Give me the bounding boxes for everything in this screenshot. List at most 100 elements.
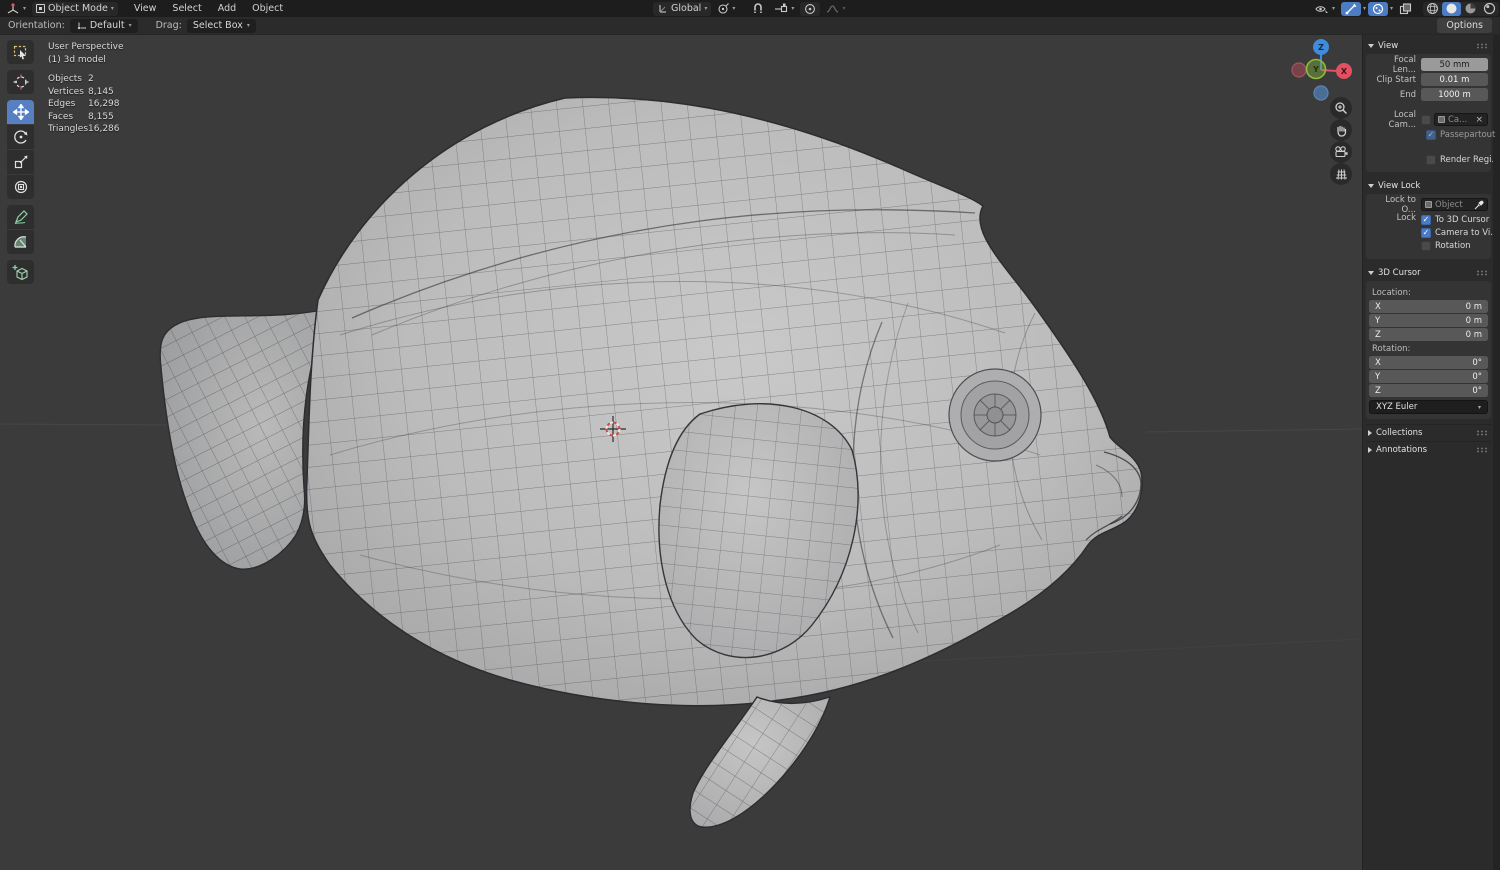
section-body-view-lock: Lock to O... Object Lock ✓ To 3D Cursor <box>1366 194 1491 259</box>
tool-measure[interactable] <box>7 230 34 254</box>
mode-label: Object Mode <box>48 3 108 14</box>
orientation-label: Orientation: <box>8 20 65 31</box>
proportional-editing-toggle[interactable] <box>800 2 820 16</box>
tool-cursor[interactable] <box>7 70 34 94</box>
pivot-point-icon <box>717 3 729 15</box>
section-title: View Lock <box>1378 181 1420 191</box>
rotation-mode-dropdown[interactable]: XYZ Euler ▾ <box>1369 400 1488 414</box>
gizmo-x-label: X <box>1341 67 1348 76</box>
menu-bar: View Select Add Object <box>126 1 291 17</box>
snap-target-dropdown[interactable]: ▾ <box>770 2 798 16</box>
mode-selector[interactable]: Object Mode ▾ <box>32 2 118 16</box>
eyedropper-icon[interactable] <box>1474 200 1484 210</box>
chevron-down-icon[interactable]: ▾ <box>1390 6 1393 12</box>
local-camera-object-field[interactable]: Ca... × <box>1434 113 1488 126</box>
pan-hand-button[interactable] <box>1330 119 1352 141</box>
object-mode-icon <box>36 4 45 13</box>
zoom-button[interactable] <box>1330 97 1352 119</box>
local-camera-checkbox[interactable] <box>1421 115 1431 125</box>
tail-fin <box>160 308 332 569</box>
chevron-down-icon: ▾ <box>732 6 735 12</box>
lock-to-object-field[interactable]: Object <box>1421 198 1488 211</box>
overlays-icon <box>1372 3 1384 15</box>
options-button[interactable]: Options <box>1437 18 1492 33</box>
section-header-view-lock[interactable]: View Lock <box>1366 177 1491 194</box>
clear-camera-icon[interactable]: × <box>1474 115 1484 125</box>
cursor-rotation-y-field[interactable]: Y0° <box>1369 370 1488 383</box>
perspective-label: User Perspective <box>48 41 124 54</box>
editor-type-selector[interactable]: ▾ <box>3 2 30 16</box>
shading-solid-button[interactable] <box>1442 2 1461 16</box>
orientation-icon <box>76 21 86 31</box>
gizmo-axis-x-neg[interactable] <box>1292 63 1306 77</box>
chevron-down-icon: ▾ <box>842 6 845 12</box>
chevron-down-icon[interactable]: ▾ <box>1363 6 1366 12</box>
gizmos-toggle[interactable] <box>1341 2 1361 16</box>
cursor-rotation-label: Rotation: <box>1372 344 1488 354</box>
pivot-point-dropdown[interactable]: ▾ <box>713 2 739 16</box>
shading-material-button[interactable] <box>1461 2 1480 16</box>
camera-to-view-checkbox[interactable]: ✓ <box>1421 228 1431 238</box>
menu-select[interactable]: Select <box>164 1 209 17</box>
navigation-gizmo[interactable]: Y Z X <box>1281 38 1361 108</box>
snap-toggle[interactable] <box>748 2 768 16</box>
orientation-default-dropdown[interactable]: Default ▾ <box>70 19 138 33</box>
clip-start-field[interactable]: 0.01 m <box>1421 73 1488 86</box>
shading-wireframe-button[interactable] <box>1423 2 1442 16</box>
section-title: View <box>1378 41 1398 51</box>
orthographic-toggle-button[interactable] <box>1330 163 1352 185</box>
render-region-checkbox[interactable] <box>1426 155 1436 165</box>
to-3d-cursor-checkbox[interactable]: ✓ <box>1421 215 1431 225</box>
menu-add[interactable]: Add <box>210 1 244 17</box>
cursor-location-x-field[interactable]: X0 m <box>1369 300 1488 313</box>
camera-view-button[interactable] <box>1330 141 1352 163</box>
proportional-falloff-dropdown[interactable]: ▾ <box>822 2 849 16</box>
cursor-rotation-x-field[interactable]: X0° <box>1369 356 1488 369</box>
tool-move[interactable] <box>7 100 34 124</box>
lock-rotation-checkbox[interactable] <box>1421 241 1431 251</box>
focal-length-label: Focal Len... <box>1369 55 1421 75</box>
object-visibility-dropdown[interactable]: ▾ <box>1311 2 1339 16</box>
tool-annotate[interactable] <box>7 205 34 229</box>
transform-orientation-dropdown[interactable]: Global ▾ <box>653 2 711 16</box>
tool-scale[interactable] <box>7 150 34 174</box>
xray-toggle[interactable] <box>1395 2 1416 16</box>
to-3d-cursor-label: To 3D Cursor <box>1435 215 1489 225</box>
drag-grip-icon[interactable] <box>1476 270 1489 276</box>
section-body-3d-cursor: Location: X0 m Y0 m Z0 m Rotation: X0° Y… <box>1366 281 1491 419</box>
section-header-collections[interactable]: Collections <box>1366 424 1491 441</box>
drag-mode-dropdown[interactable]: Select Box ▾ <box>187 19 256 33</box>
chevron-down-icon: ▾ <box>704 6 707 12</box>
section-header-view[interactable]: View <box>1366 37 1491 54</box>
tool-transform[interactable] <box>7 175 34 199</box>
menu-view[interactable]: View <box>126 1 165 17</box>
stat-vertices: Vertices8,145 <box>48 86 124 99</box>
orientation-value: Default <box>90 20 125 31</box>
drag-grip-icon[interactable] <box>1476 430 1489 436</box>
focal-length-field[interactable]: 50 mm <box>1421 58 1488 71</box>
cursor-rotation-z-field[interactable]: Z0° <box>1369 384 1488 397</box>
gizmo-axis-z-neg[interactable] <box>1314 86 1328 100</box>
cursor-location-y-field[interactable]: Y0 m <box>1369 314 1488 327</box>
material-sphere-icon <box>1464 2 1477 15</box>
render-region-label: Render Regi... <box>1440 155 1500 165</box>
stat-objects: Objects2 <box>48 73 124 86</box>
overlays-toggle[interactable] <box>1368 2 1388 16</box>
tool-add-primitive[interactable] <box>7 260 34 284</box>
fish-eye <box>949 369 1041 461</box>
clip-end-field[interactable]: 1000 m <box>1421 88 1488 101</box>
tool-rotate[interactable] <box>7 125 34 149</box>
cursor-location-z-field[interactable]: Z0 m <box>1369 328 1488 341</box>
sidebar-gutter[interactable] <box>1493 35 1500 870</box>
visibility-eye-icon <box>1315 3 1329 15</box>
section-header-annotations[interactable]: Annotations <box>1366 441 1491 458</box>
menu-object[interactable]: Object <box>244 1 291 17</box>
drag-grip-icon[interactable] <box>1476 43 1489 49</box>
viewport-canvas[interactable] <box>0 35 1500 870</box>
section-header-3d-cursor[interactable]: 3D Cursor <box>1366 264 1491 281</box>
passepartout-checkbox[interactable]: ✓ <box>1426 130 1436 140</box>
tool-select-box[interactable] <box>7 40 34 64</box>
drag-grip-icon[interactable] <box>1476 447 1489 453</box>
camera-to-view-label: Camera to Vi... <box>1435 228 1498 238</box>
shading-rendered-button[interactable] <box>1480 2 1499 16</box>
